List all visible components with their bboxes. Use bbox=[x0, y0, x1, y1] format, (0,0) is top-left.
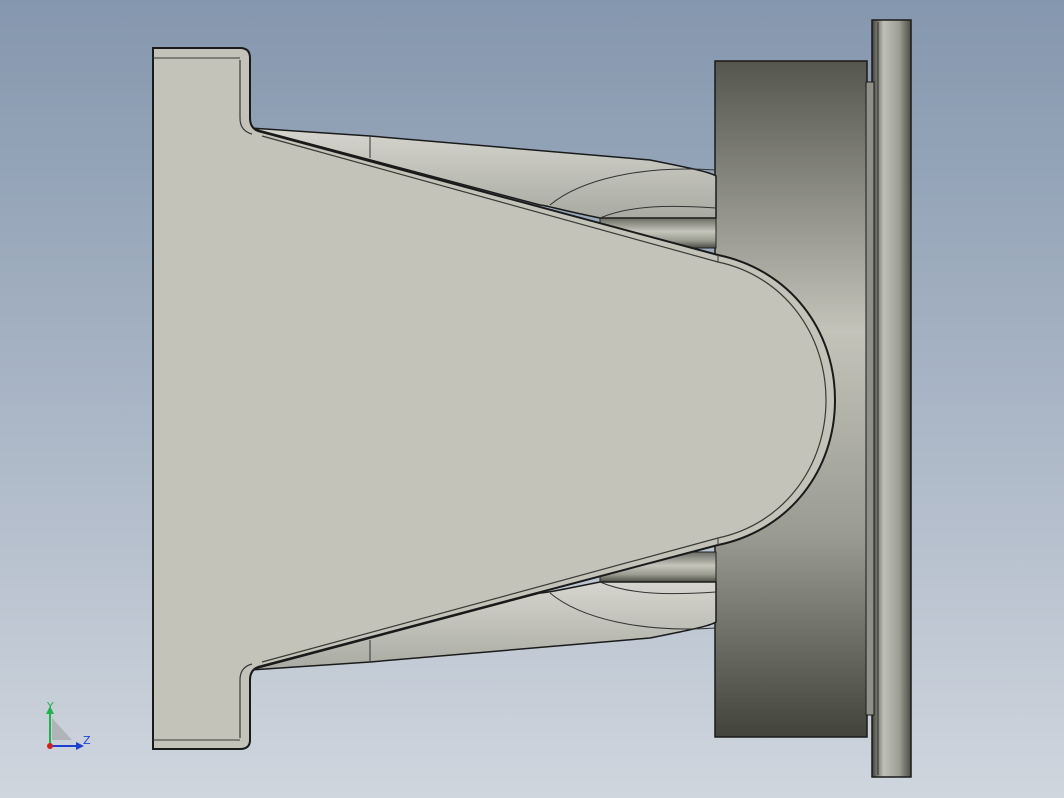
triad-y-label: Y bbox=[47, 700, 54, 713]
cad-model-view[interactable] bbox=[0, 0, 1064, 798]
triad-z-label: Z bbox=[83, 734, 91, 747]
end-flange-plate[interactable] bbox=[871, 19, 912, 778]
graphics-viewport[interactable]: Y Z bbox=[0, 0, 1064, 798]
